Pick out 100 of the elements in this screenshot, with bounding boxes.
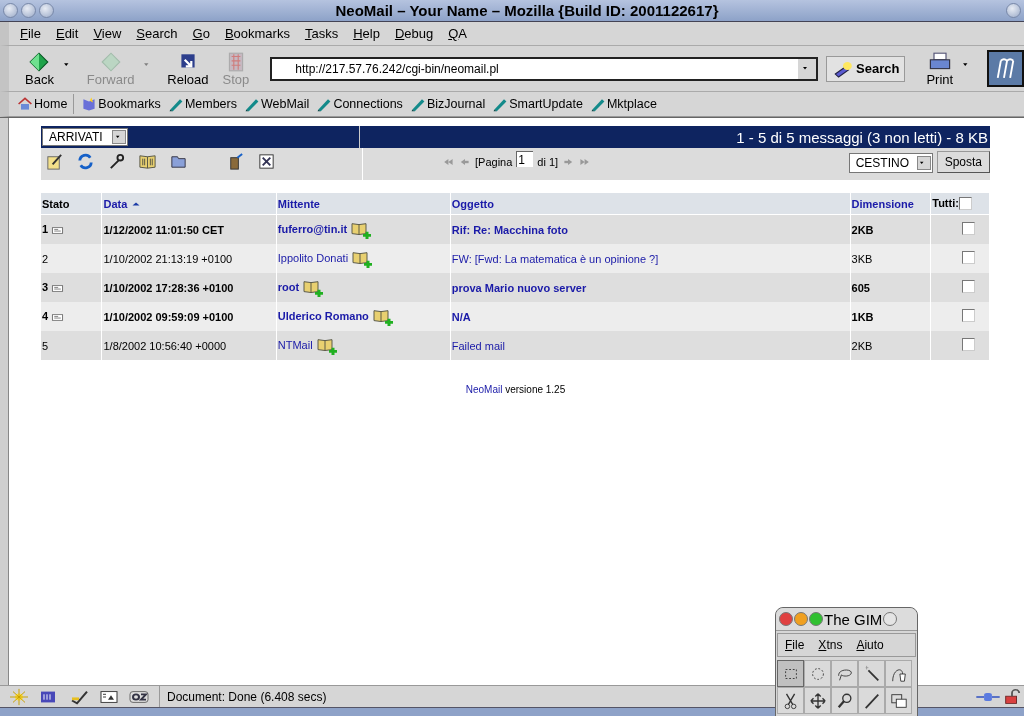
message-number: 3 <box>42 281 49 294</box>
folder-select[interactable]: ARRIVATI <box>42 128 128 146</box>
window-control-button[interactable] <box>21 3 36 18</box>
row-checkbox[interactable] <box>962 309 975 322</box>
message-number: 5 <box>42 339 49 352</box>
transform-icon <box>889 691 908 710</box>
menu-item[interactable]: Go <box>192 26 210 41</box>
menu-item[interactable]: Bookmarks <box>224 26 290 41</box>
menu-item[interactable]: Edit <box>55 26 79 41</box>
table-cell: 1/8/2002 10:56:40 +0000 <box>101 331 277 360</box>
add-contact-icon[interactable] <box>372 307 393 326</box>
folder-select[interactable]: CESTINO <box>848 153 933 173</box>
subject-link[interactable]: FW: [Fwd: La matematica è un opinione ?] <box>451 252 659 265</box>
column-header: Stato <box>42 197 70 210</box>
refresh-icon[interactable] <box>76 152 95 171</box>
move-icon <box>808 691 827 710</box>
close-box-icon[interactable] <box>257 152 276 171</box>
page-field[interactable]: 1 <box>516 151 534 167</box>
status-text: Document: Done (6.408 secs) <box>166 689 327 704</box>
back-button[interactable]: Back <box>22 50 57 87</box>
pager-label: di 1] <box>537 156 559 168</box>
wrench-icon[interactable] <box>107 152 126 171</box>
padlock-icon[interactable] <box>1003 688 1021 705</box>
menu-item[interactable]: QA <box>448 26 467 41</box>
address-book-icon[interactable] <box>138 152 157 171</box>
menu-item[interactable]: File <box>785 638 805 652</box>
blade-icon <box>862 691 881 710</box>
sender-link[interactable]: NTMail <box>277 338 313 351</box>
window-control-button[interactable] <box>1006 3 1021 18</box>
message-number: 1 <box>42 223 49 236</box>
house-icon <box>17 96 33 112</box>
window-title: The GIM <box>824 610 883 628</box>
arrow-icon <box>28 50 51 73</box>
tool-button[interactable] <box>858 687 885 714</box>
column-header-link[interactable]: Mittente <box>277 197 320 210</box>
sender-link[interactable]: Ulderico Romano <box>277 309 369 322</box>
search-button[interactable]: Search <box>826 55 906 82</box>
sender-link[interactable]: Ippolito Donati <box>277 251 349 264</box>
column-header-link[interactable]: Oggetto <box>451 197 494 210</box>
tool-button[interactable] <box>804 687 831 714</box>
menu-item[interactable]: Xtns <box>818 638 843 652</box>
tool-button[interactable] <box>858 660 885 687</box>
tool-button[interactable] <box>777 687 804 714</box>
message-number: 2 <box>42 252 49 265</box>
bookmark-link[interactable]: Mktplace <box>587 96 659 112</box>
bookmarks-button[interactable]: Bookmarks <box>79 96 163 112</box>
row-checkbox[interactable] <box>962 338 975 351</box>
tool-button[interactable] <box>831 687 858 714</box>
print-button[interactable]: Print <box>923 50 957 87</box>
window-control-button[interactable] <box>3 3 18 18</box>
add-contact-icon[interactable] <box>303 278 324 297</box>
column-header-link[interactable]: Data <box>103 197 128 210</box>
window-control-button[interactable] <box>883 612 898 626</box>
magnifier-icon <box>835 691 854 710</box>
bookmark-link[interactable]: SmartUpdate <box>490 96 585 112</box>
add-contact-icon[interactable] <box>351 220 372 239</box>
menu-item[interactable]: Aiuto <box>856 638 884 652</box>
neomail-link[interactable]: NeoMail <box>465 384 503 395</box>
bookmark-link[interactable]: Connections <box>314 96 405 112</box>
subject-link[interactable]: N/A <box>451 310 471 323</box>
version-text: NeoMail versione 1.25 <box>464 384 567 395</box>
select-all-checkbox[interactable] <box>958 197 972 211</box>
row-checkbox[interactable] <box>962 251 975 264</box>
sender-link[interactable]: root <box>277 280 300 293</box>
row-checkbox[interactable] <box>962 280 975 293</box>
tool-button[interactable] <box>885 660 912 687</box>
move-button[interactable]: Sposta <box>936 151 990 173</box>
sender-link[interactable]: fuferro@tin.it <box>277 222 348 235</box>
compose-icon[interactable] <box>45 152 64 171</box>
bookmark-link[interactable]: Members <box>165 96 239 112</box>
envelope-icon <box>51 224 65 236</box>
add-contact-icon[interactable] <box>352 249 373 268</box>
message-summary: 1 - 5 di 5 messaggi (3 non letti) - 8 KB <box>736 128 988 146</box>
menu-item[interactable]: File <box>20 26 41 41</box>
add-contact-icon[interactable] <box>316 336 337 355</box>
window-control-button[interactable] <box>809 612 823 626</box>
menu-item[interactable]: Help <box>353 26 380 41</box>
bookmark-link[interactable]: BizJournal <box>407 96 488 112</box>
reload-button[interactable]: Reload <box>164 50 212 87</box>
arrow-icon <box>99 50 122 73</box>
pager-label: [Pagina <box>475 156 513 168</box>
menu-item[interactable]: Debug <box>394 26 434 41</box>
menu-item[interactable]: Search <box>136 26 178 41</box>
envelope-icon <box>51 311 65 323</box>
sidebar-grip[interactable] <box>0 118 9 685</box>
menu-item[interactable]: Tasks <box>304 26 339 41</box>
tool-button[interactable] <box>885 687 912 714</box>
window-control-button[interactable] <box>794 612 808 626</box>
bookmark-link[interactable]: WebMail <box>241 96 312 112</box>
subject-link[interactable]: prova Mario nuovo server <box>451 281 587 294</box>
bookmarks-icon <box>81 96 98 112</box>
row-checkbox[interactable] <box>962 222 975 235</box>
subject-link[interactable]: Rif: Re: Macchina foto <box>451 223 568 236</box>
subject-link[interactable]: Failed mail <box>451 339 505 352</box>
window-control-button[interactable] <box>779 612 793 626</box>
menu-item[interactable]: View <box>93 26 122 41</box>
url-field[interactable]: http://217.57.76.242/cgi-bin/neomail.pl <box>270 56 818 81</box>
window-control-button[interactable] <box>39 3 54 18</box>
table-cell: 2KB <box>850 331 931 360</box>
home-button[interactable]: Home <box>15 96 70 112</box>
